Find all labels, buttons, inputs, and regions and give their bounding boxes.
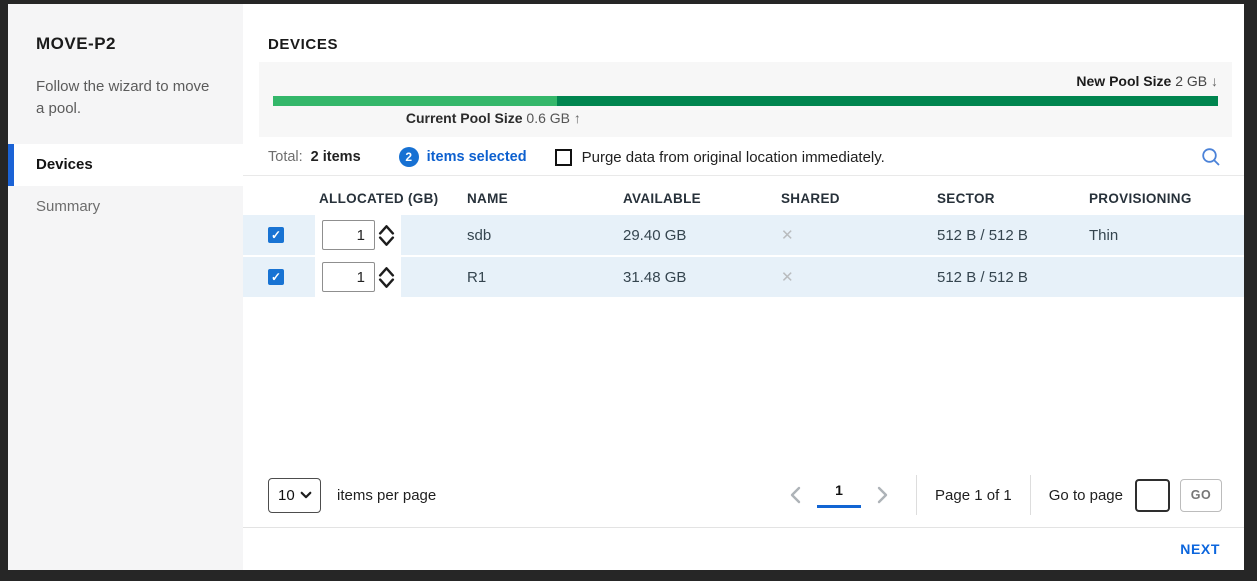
go-button[interactable]: GO <box>1180 479 1222 512</box>
row-checkbox-checked[interactable]: ✓ <box>268 227 284 243</box>
total-items-count: 2 items <box>311 149 361 165</box>
arrow-down-icon: ↓ <box>1211 73 1218 89</box>
header-shared: SHARED <box>763 191 927 206</box>
check-icon: ✓ <box>271 228 281 242</box>
chevron-left-icon <box>790 486 801 504</box>
check-icon: ✓ <box>271 270 281 284</box>
row-checkbox-checked[interactable]: ✓ <box>268 269 284 285</box>
header-provisioning: PROVISIONING <box>1079 191 1244 206</box>
shared-none-icon: ✕ <box>781 269 794 286</box>
pool-size-panel: New Pool Size 2 GB ↓ Current Pool Size 0… <box>259 62 1232 137</box>
new-pool-size-title: New Pool Size <box>1076 73 1171 89</box>
stepper-buttons <box>378 266 395 289</box>
step-devices[interactable]: Devices <box>8 144 243 186</box>
header-name: NAME <box>457 191 613 206</box>
header-available: AVAILABLE <box>613 191 763 206</box>
provisioning-cell: Thin <box>1079 227 1244 244</box>
page-info: Page 1 of 1 <box>935 487 1012 504</box>
allocated-stepper <box>315 215 401 255</box>
row-select-cell: ✓ <box>243 269 309 285</box>
chevron-right-icon <box>877 486 888 504</box>
devices-table: ALLOCATED (GB) NAME AVAILABLE SHARED SEC… <box>243 182 1244 299</box>
stepper-down-icon[interactable] <box>378 278 395 289</box>
next-button[interactable]: NEXT <box>1180 541 1220 557</box>
page-size-select[interactable]: 10 <box>268 478 321 513</box>
total-label: Total: <box>268 149 303 165</box>
previous-page-button[interactable] <box>780 486 811 504</box>
table-toolbar: Total: 2 items 2 items selected Purge da… <box>243 145 1244 176</box>
wizard-footer: NEXT <box>243 527 1244 570</box>
available-cell: 31.48 GB <box>613 269 763 286</box>
move-pool-wizard-dialog: MOVE-P2 Follow the wizard to move a pool… <box>8 4 1244 570</box>
page-size-value: 10 <box>278 487 295 504</box>
available-cell: 29.40 GB <box>613 227 763 244</box>
step-devices-label: Devices <box>36 156 93 173</box>
shared-none-icon: ✕ <box>781 227 794 244</box>
selected-count-badge: 2 <box>399 147 419 167</box>
wizard-title: MOVE-P2 <box>8 4 243 54</box>
goto-page-input[interactable] <box>1135 479 1170 512</box>
table-row-r1: ✓ R1 31.48 GB ✕ 512 <box>243 257 1244 297</box>
pool-size-bar <box>273 96 1218 106</box>
allocated-input[interactable] <box>322 262 375 292</box>
step-summary-label: Summary <box>36 198 100 215</box>
shared-cell: ✕ <box>763 268 927 286</box>
current-pool-size-label: Current Pool Size 0.6 GB ↑ <box>273 110 581 126</box>
allocated-cell <box>309 257 457 297</box>
arrow-up-icon: ↑ <box>574 110 581 126</box>
items-selected-link[interactable]: items selected <box>427 149 527 165</box>
table-row-sdb: ✓ sdb 29.40 GB ✕ 51 <box>243 215 1244 255</box>
new-pool-size-value: 2 GB <box>1175 73 1207 89</box>
shared-cell: ✕ <box>763 226 927 244</box>
wizard-step-nav: Devices Summary <box>8 144 243 228</box>
next-page-button[interactable] <box>867 486 898 504</box>
stepper-down-icon[interactable] <box>378 236 395 247</box>
header-sector: SECTOR <box>927 191 1079 206</box>
new-pool-size-label: New Pool Size 2 GB ↓ <box>1076 73 1218 89</box>
allocated-input[interactable] <box>322 220 375 250</box>
purge-data-label: Purge data from original location immedi… <box>582 149 885 166</box>
purge-data-checkbox[interactable] <box>555 149 572 166</box>
current-pool-size-title: Current Pool Size <box>406 110 523 126</box>
stepper-up-icon[interactable] <box>378 224 395 235</box>
row-select-cell: ✓ <box>243 227 309 243</box>
step-summary[interactable]: Summary <box>8 186 243 228</box>
sector-cell: 512 B / 512 B <box>927 227 1079 244</box>
sector-cell: 512 B / 512 B <box>927 269 1079 286</box>
wizard-description: Follow the wizard to move a pool. <box>8 54 243 120</box>
name-cell: R1 <box>457 269 613 286</box>
allocated-cell <box>309 215 457 255</box>
search-icon <box>1200 146 1222 168</box>
page-controls: 1 Page 1 of 1 Go to page GO <box>780 475 1222 515</box>
pagination-bar: 10 items per page 1 Page 1 of 1 Go to pa… <box>268 474 1222 516</box>
chevron-down-icon <box>300 491 312 499</box>
stepper-up-icon[interactable] <box>378 266 395 277</box>
items-per-page-label: items per page <box>337 487 436 504</box>
table-header-row: ALLOCATED (GB) NAME AVAILABLE SHARED SEC… <box>243 182 1244 215</box>
allocated-stepper <box>315 257 401 297</box>
divider <box>916 475 917 515</box>
name-cell: sdb <box>457 227 613 244</box>
divider <box>1030 475 1031 515</box>
page-title: DEVICES <box>268 36 338 53</box>
goto-page-label: Go to page <box>1049 487 1123 504</box>
stepper-buttons <box>378 224 395 247</box>
search-button[interactable] <box>1200 146 1222 168</box>
header-allocated: ALLOCATED (GB) <box>309 191 457 206</box>
current-pool-segment <box>273 96 557 106</box>
current-pool-size-value: 0.6 GB <box>526 110 570 126</box>
wizard-sidebar: MOVE-P2 Follow the wizard to move a pool… <box>8 4 243 570</box>
wizard-main-panel: DEVICES New Pool Size 2 GB ↓ Current Poo… <box>243 4 1244 570</box>
page-number-1[interactable]: 1 <box>817 482 861 508</box>
